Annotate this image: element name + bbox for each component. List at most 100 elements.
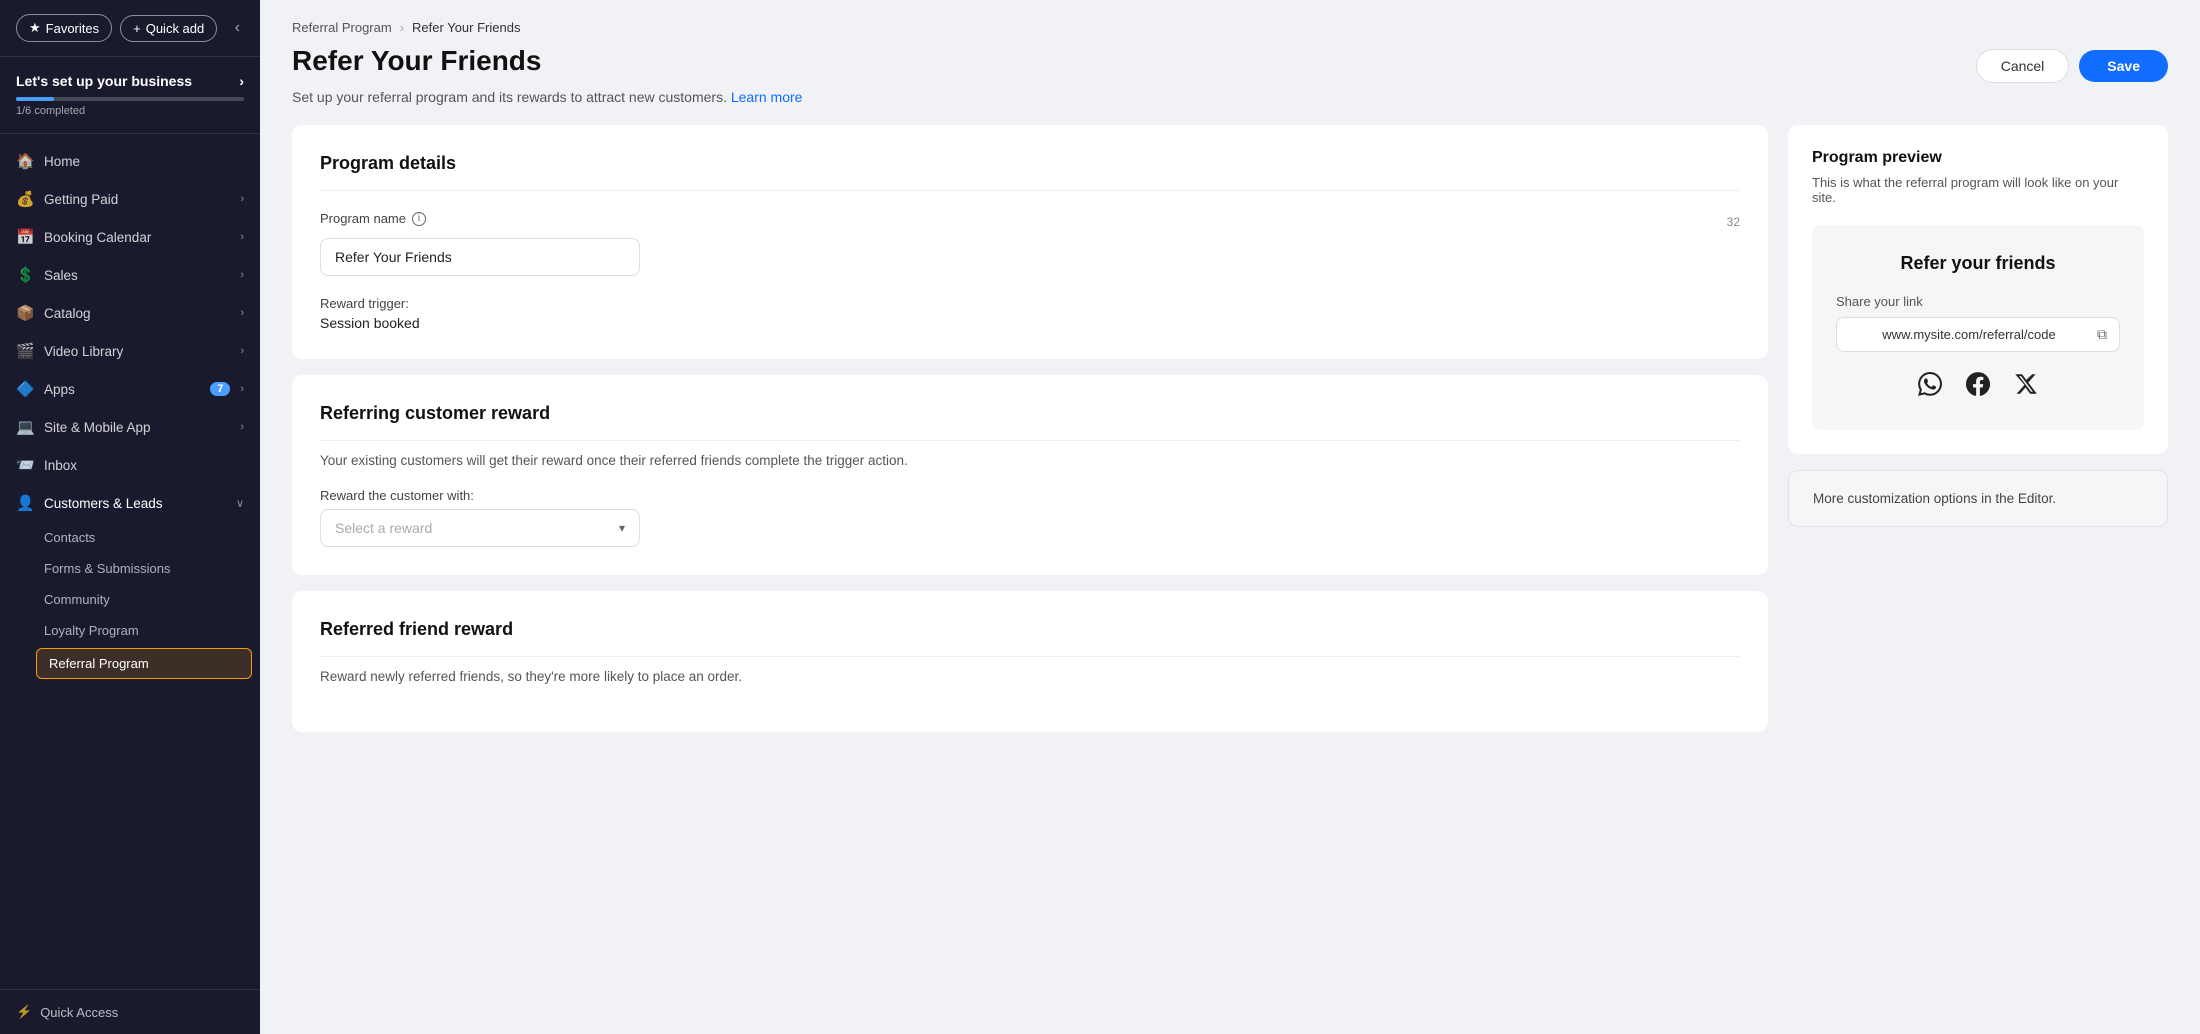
breadcrumb: Referral Program › Refer Your Friends	[292, 20, 2168, 35]
twitter-icon[interactable]	[2014, 372, 2038, 402]
referring-reward-card: Referring customer reward Your existing …	[292, 375, 1768, 575]
page-title: Refer Your Friends	[292, 45, 541, 77]
mockup-title: Refer your friends	[1836, 253, 2120, 274]
plus-icon: +	[133, 21, 141, 36]
sidebar-item-label: Customers & Leads	[44, 496, 226, 511]
sidebar-item-label: Video Library	[44, 344, 230, 359]
char-count: 32	[1727, 215, 1740, 229]
business-setup-section: Let's set up your business › 1/6 complet…	[0, 57, 260, 134]
sidebar-subitem-forms[interactable]: Forms & Submissions	[0, 553, 260, 584]
referred-reward-title: Referred friend reward	[320, 619, 1740, 657]
referring-reward-desc: Your existing customers will get their r…	[320, 453, 1740, 468]
main-content: Referral Program › Refer Your Friends Re…	[260, 0, 2200, 1034]
progress-bar	[16, 97, 244, 101]
referred-reward-desc: Reward newly referred friends, so they'r…	[320, 669, 1740, 684]
sidebar-item-label: Sales	[44, 268, 230, 283]
sidebar-subitem-loyalty[interactable]: Loyalty Program	[0, 615, 260, 646]
editor-note-card: More customization options in the Editor…	[1788, 470, 2168, 527]
sidebar-item-label: Home	[44, 154, 244, 169]
preview-title: Program preview	[1812, 149, 2144, 167]
sidebar-nav: 🏠 Home 💰 Getting Paid › 📅 Booking Calend…	[0, 134, 260, 989]
subitem-label: Loyalty Program	[44, 623, 139, 638]
quick-access-icon: ⚡	[16, 1004, 32, 1020]
business-title[interactable]: Let's set up your business ›	[16, 73, 244, 89]
apps-badge: 7	[210, 382, 230, 396]
apps-icon: 🔷	[16, 380, 34, 398]
sidebar-item-apps[interactable]: 🔷 Apps 7 ›	[0, 370, 260, 408]
preview-mockup: Refer your friends Share your link www.m…	[1812, 225, 2144, 430]
sidebar-item-home[interactable]: 🏠 Home	[0, 142, 260, 180]
program-name-label-text: Program name	[320, 211, 406, 226]
catalog-icon: 📦	[16, 304, 34, 322]
subitem-label: Contacts	[44, 530, 95, 545]
whatsapp-icon[interactable]	[1918, 372, 1942, 402]
sidebar-item-label: Catalog	[44, 306, 230, 321]
share-link-value: www.mysite.com/referral/code	[1849, 327, 2089, 342]
program-name-label-row: Program name i 32	[320, 211, 1740, 232]
quick-access-section[interactable]: ⚡ Quick Access	[0, 989, 260, 1034]
select-reward-dropdown[interactable]: Select a reward ▾	[320, 509, 640, 547]
share-link-box: www.mysite.com/referral/code ⧉	[1836, 317, 2120, 352]
sidebar-subitem-community[interactable]: Community	[0, 584, 260, 615]
page-actions: Cancel Save	[1976, 45, 2168, 83]
save-button[interactable]: Save	[2079, 50, 2168, 82]
chevron-down-icon: ∨	[236, 497, 244, 510]
program-details-title: Program details	[320, 153, 1740, 191]
sidebar-item-catalog[interactable]: 📦 Catalog ›	[0, 294, 260, 332]
sidebar-item-label: Booking Calendar	[44, 230, 230, 245]
sidebar-item-label: Apps	[44, 382, 200, 397]
chevron-right-icon: ›	[240, 383, 244, 395]
preview-description: This is what the referral program will l…	[1812, 175, 2144, 205]
reward-trigger-label: Reward trigger:	[320, 296, 1740, 311]
sidebar-collapse-button[interactable]: ‹	[231, 15, 244, 41]
main-column: Program details Program name i 32 Reward…	[292, 125, 1768, 1002]
customers-icon: 👤	[16, 494, 34, 512]
reward-customer-label: Reward the customer with:	[320, 488, 1740, 503]
progress-text: 1/6 completed	[16, 105, 244, 117]
chevron-right-icon: ›	[240, 421, 244, 433]
chevron-right-icon: ›	[240, 307, 244, 319]
progress-fill	[16, 97, 54, 101]
referred-reward-card: Referred friend reward Reward newly refe…	[292, 591, 1768, 732]
business-title-text: Let's set up your business	[16, 73, 192, 89]
inbox-icon: 📨	[16, 456, 34, 474]
chevron-down-icon: ▾	[619, 521, 625, 535]
sidebar-item-label: Getting Paid	[44, 192, 230, 207]
sales-icon: 💲	[16, 266, 34, 284]
share-link-label: Share your link	[1836, 294, 2120, 309]
sidebar-item-inbox[interactable]: 📨 Inbox	[0, 446, 260, 484]
program-name-input[interactable]	[320, 238, 640, 276]
sidebar-item-booking-calendar[interactable]: 📅 Booking Calendar ›	[0, 218, 260, 256]
subitem-label: Forms & Submissions	[44, 561, 170, 576]
favorites-button[interactable]: ★ Favorites	[16, 14, 112, 42]
home-icon: 🏠	[16, 152, 34, 170]
sidebar-subitem-referral[interactable]: Referral Program	[36, 648, 252, 679]
quick-add-button[interactable]: + Quick add	[120, 15, 217, 42]
sidebar-item-site-mobile[interactable]: 💻 Site & Mobile App ›	[0, 408, 260, 446]
breadcrumb-separator: ›	[400, 20, 404, 35]
reward-trigger-value: Session booked	[320, 315, 1740, 331]
sidebar-item-video-library[interactable]: 🎬 Video Library ›	[0, 332, 260, 370]
cancel-button[interactable]: Cancel	[1976, 49, 2070, 83]
copy-icon[interactable]: ⧉	[2097, 326, 2107, 343]
breadcrumb-current: Refer Your Friends	[412, 20, 520, 35]
sidebar-subitem-contacts[interactable]: Contacts	[0, 522, 260, 553]
program-name-label: Program name i	[320, 211, 426, 226]
chevron-right-icon: ›	[240, 345, 244, 357]
learn-more-link[interactable]: Learn more	[731, 89, 803, 105]
facebook-icon[interactable]	[1966, 372, 1990, 402]
sidebar-item-getting-paid[interactable]: 💰 Getting Paid ›	[0, 180, 260, 218]
calendar-icon: 📅	[16, 228, 34, 246]
sidebar-item-label: Site & Mobile App	[44, 420, 230, 435]
sidebar-item-label: Inbox	[44, 458, 244, 473]
sidebar: ★ Favorites + Quick add ‹ Let's set up y…	[0, 0, 260, 1034]
info-icon[interactable]: i	[412, 212, 426, 226]
content-area: Program details Program name i 32 Reward…	[260, 125, 2200, 1034]
breadcrumb-parent[interactable]: Referral Program	[292, 20, 392, 35]
referring-reward-title: Referring customer reward	[320, 403, 1740, 441]
sidebar-item-sales[interactable]: 💲 Sales ›	[0, 256, 260, 294]
right-column: Program preview This is what the referra…	[1788, 125, 2168, 1002]
sidebar-item-customers-leads[interactable]: 👤 Customers & Leads ∨	[0, 484, 260, 522]
video-icon: 🎬	[16, 342, 34, 360]
program-preview-card: Program preview This is what the referra…	[1788, 125, 2168, 454]
